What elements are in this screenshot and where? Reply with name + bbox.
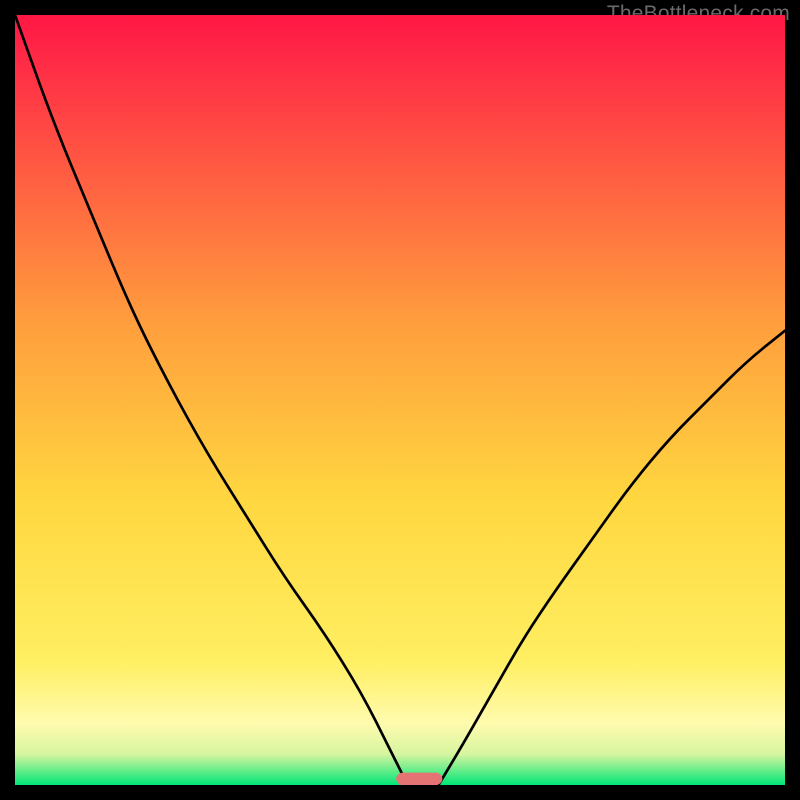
chart-frame: TheBottleneck.com — [0, 0, 800, 800]
bottleneck-marker — [396, 773, 442, 785]
gradient-background — [15, 15, 785, 785]
bottleneck-chart — [15, 15, 785, 785]
